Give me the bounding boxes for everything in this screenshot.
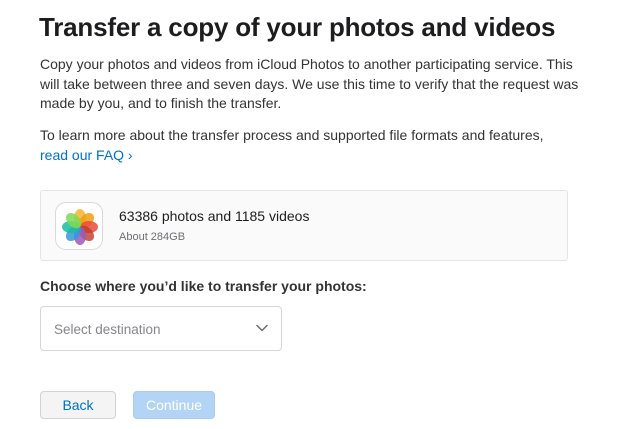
- learn-more-label: To learn more about the transfer process…: [40, 127, 544, 143]
- storage-size: About 284GB: [119, 231, 186, 243]
- continue-button[interactable]: Continue: [133, 391, 215, 419]
- destination-placeholder: Select destination: [54, 322, 161, 337]
- chevron-down-icon: [256, 324, 268, 332]
- back-button[interactable]: Back: [40, 391, 116, 419]
- page-title: Transfer a copy of your photos and video…: [39, 12, 556, 42]
- transfer-summary-card: 63386 photos and 1185 videos About 284GB: [40, 190, 568, 261]
- media-count: 63386 photos and 1185 videos: [119, 208, 310, 224]
- intro-text: Copy your photos and videos from iCloud …: [40, 56, 579, 111]
- faq-link[interactable]: read our FAQ ›: [40, 147, 133, 163]
- destination-label: Choose where you’d like to transfer your…: [40, 278, 367, 294]
- destination-select[interactable]: Select destination: [40, 306, 282, 351]
- photos-app-icon: [55, 202, 103, 250]
- learn-more-text: To learn more about the transfer process…: [40, 126, 580, 165]
